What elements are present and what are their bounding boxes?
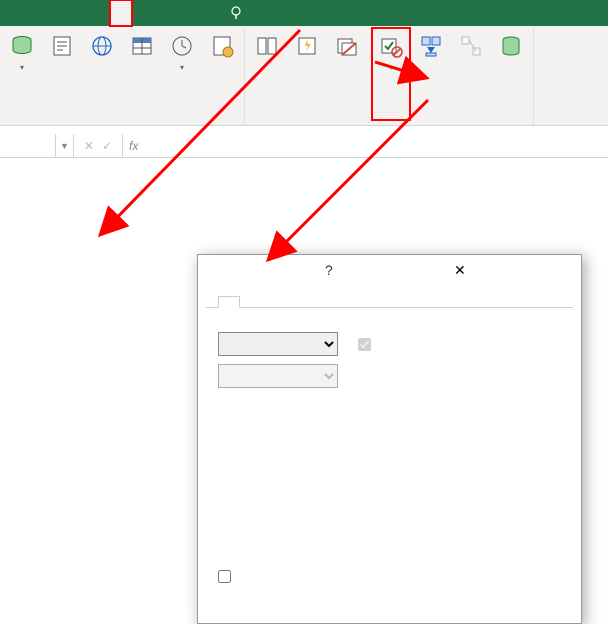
dedup-icon [332, 31, 362, 61]
dialog-close-button[interactable]: ✕ [444, 262, 573, 279]
existing-connections-button[interactable] [203, 28, 241, 120]
recent-icon [167, 31, 197, 61]
tab-insert[interactable] [44, 0, 66, 26]
dialog-tab-error-alert[interactable] [262, 296, 284, 308]
db-icon [7, 31, 37, 61]
ignore-blank-checkbox [358, 338, 377, 351]
tell-me-icon[interactable] [228, 0, 244, 26]
ribbon-group-data-tools-a [245, 28, 369, 125]
conn-icon [207, 31, 237, 61]
txt-icon [47, 31, 77, 61]
tab-help[interactable] [198, 0, 220, 26]
split-icon [252, 31, 282, 61]
manage-data-model-button[interactable] [492, 28, 530, 120]
cancel-formula-icon: ✕ [84, 139, 94, 153]
flash-icon [292, 31, 322, 61]
from-text-csv-button[interactable] [43, 28, 81, 120]
validate-icon [376, 31, 406, 61]
ribbon-group-get-transform: ▾ ▾ [0, 28, 245, 125]
enter-formula-icon: ✓ [102, 139, 112, 153]
tab-review[interactable] [132, 0, 154, 26]
from-web-button[interactable] [83, 28, 121, 120]
dialog-tab-settings[interactable] [218, 296, 240, 308]
tab-file[interactable] [0, 0, 22, 26]
relation-icon [456, 31, 486, 61]
flash-fill-button[interactable] [288, 28, 326, 108]
ribbon-tabs [0, 0, 608, 26]
name-box[interactable] [0, 134, 56, 157]
consolidate-button[interactable] [412, 28, 450, 120]
tab-data[interactable] [110, 0, 132, 26]
ribbon-body: ▾ ▾ [0, 26, 608, 126]
data-select [218, 364, 338, 388]
data-validation-dialog: ? ✕ [197, 254, 582, 624]
ribbon-group-data-tools-b: ▾ [369, 28, 534, 125]
dialog-help-button[interactable]: ? [315, 262, 444, 278]
table-icon [127, 31, 157, 61]
dialog-tab-ime-mode[interactable] [284, 296, 306, 308]
allow-select[interactable] [218, 332, 338, 356]
web-icon [87, 31, 117, 61]
consol-icon [416, 31, 446, 61]
data-validation-button[interactable]: ▾ [372, 28, 410, 120]
remove-duplicates-button[interactable] [328, 28, 366, 108]
recent-sources-button[interactable]: ▾ [163, 28, 201, 120]
tab-formulas[interactable] [88, 0, 110, 26]
dialog-tab-input-message[interactable] [240, 296, 262, 308]
fx-icon[interactable]: fx [123, 139, 144, 153]
relationships-button[interactable] [452, 28, 490, 120]
tab-home[interactable] [22, 0, 44, 26]
model-icon [496, 31, 526, 61]
text-to-columns-button[interactable] [248, 28, 286, 108]
tab-developer[interactable] [176, 0, 198, 26]
get-data-button[interactable]: ▾ [3, 28, 41, 120]
apply-all-checkbox[interactable] [218, 570, 237, 583]
formula-bar: ▼ ✕ ✓ fx [0, 134, 608, 158]
tab-page-layout[interactable] [66, 0, 88, 26]
name-box-dropdown[interactable]: ▼ [56, 134, 74, 157]
from-table-range-button[interactable] [123, 28, 161, 120]
tab-view[interactable] [154, 0, 176, 26]
